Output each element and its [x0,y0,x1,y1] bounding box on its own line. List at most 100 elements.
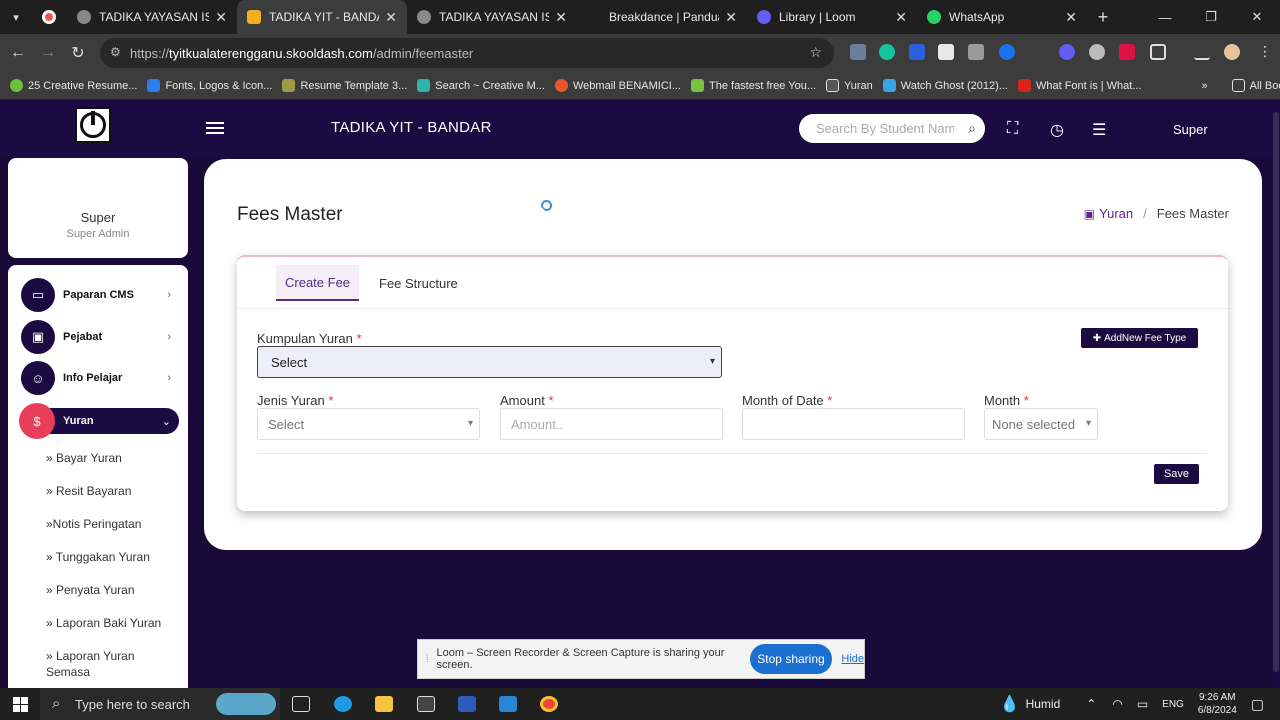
user-menu[interactable]: Super [1149,114,1249,144]
bookmark-star-icon[interactable]: ☆ [809,44,822,61]
battery-icon[interactable]: ▭ [1137,697,1148,711]
tab-search-button[interactable]: ▾ [0,0,32,34]
submenu-resit-bayaran[interactable]: » Resit Bayaran [46,483,176,499]
sidebar-item-info-pelajar[interactable]: ☺ Info Pelajar › [21,361,179,395]
profile-avatar-icon[interactable] [1224,44,1240,60]
close-icon[interactable]: ✕ [215,9,227,26]
mail-icon[interactable] [499,696,517,712]
bookmark-item[interactable]: Yuran [826,79,873,92]
close-icon[interactable]: ✕ [555,9,567,26]
settings-list-icon[interactable]: ☰ [1092,120,1106,140]
jenis-yuran-select[interactable]: Select ▾ [257,408,480,440]
start-button[interactable] [0,688,40,720]
browser-tab-5[interactable]: Library | Loom ✕ [747,0,917,34]
site-info-icon[interactable]: ⚙ [110,45,121,59]
breadcrumb-yuran[interactable]: ▣ Yuran [1084,206,1133,221]
browser-tab-6[interactable]: WhatsApp ✕ [917,0,1087,34]
word-icon[interactable] [458,696,476,712]
puzzle-icon[interactable] [1150,44,1166,60]
close-icon[interactable]: ✕ [895,9,907,26]
bookmark-item[interactable]: What Font is | What... [1017,79,1142,92]
fullscreen-icon[interactable]: ⛶ [1007,120,1018,138]
app-header: TADIKA YIT - BANDAR ⌕ ⛶ ◷ ☰ Super [0,100,1280,158]
more-menu-icon[interactable]: ⋮ [1258,43,1272,60]
submenu-notis-peringatan[interactable]: »Notis Peringatan [46,516,176,532]
search-icon[interactable]: ⌕ [968,120,976,137]
close-icon[interactable]: ✕ [1065,9,1077,26]
back-icon[interactable]: ← [3,44,33,62]
weather-label[interactable]: Humid [1026,697,1061,711]
sidebar-item-paparan-cms[interactable]: ▭ Paparan CMS › [21,278,179,312]
loom-extension-icon[interactable] [1059,44,1075,60]
month-of-date-input[interactable] [742,408,965,440]
bookmark-item[interactable]: Search ~ Creative M... [417,79,545,92]
submenu-penyata-yuran[interactable]: » Penyata Yuran [46,582,176,598]
taskbar-search[interactable]: ⌕ Type here to search [40,688,280,720]
scrollbar-thumb[interactable] [1273,112,1279,672]
tab-create-fee[interactable]: Create Fee [276,265,360,301]
extension-icon[interactable] [999,44,1015,60]
browser-tab-4[interactable]: Breakdance | Panduan Gu ✕ [577,0,747,34]
save-button[interactable]: Save [1154,464,1199,484]
notification-icon[interactable]: ▢ [1251,696,1264,713]
submenu-laporan-yuran-semasa[interactable]: » Laporan Yuran Semasa [46,648,176,680]
sidebar-item-pejabat[interactable]: ▣ Pejabat › [21,320,179,354]
extension-icon[interactable] [1029,44,1045,60]
restore-icon[interactable]: ❐ [1188,0,1234,34]
browser-tab-2[interactable]: TADIKA YIT - BANDAR ✕ [237,0,407,34]
bookmark-item[interactable]: Watch Ghost (2012)... [882,79,1008,92]
hide-link[interactable]: Hide [841,653,864,665]
taskbar-clock[interactable]: 9:26 AM 6/8/2024 [1198,691,1237,717]
extension-icon[interactable] [1089,44,1105,60]
close-icon[interactable]: ✕ [385,9,397,26]
extension-icon[interactable] [850,44,866,60]
bookmark-item[interactable]: Webmail BENAMICI... [555,79,681,92]
close-icon[interactable]: ✕ [725,9,737,26]
tab-recording[interactable] [32,0,67,34]
school-logo[interactable] [75,107,111,143]
student-search[interactable]: ⌕ [799,114,985,143]
file-explorer-icon[interactable] [375,696,393,712]
url-input[interactable]: https://tyitkualaterengganu.skooldash.co… [100,38,834,68]
chevron-up-icon[interactable]: ⌃ [1086,697,1096,711]
camera-icon[interactable] [968,44,984,60]
store-icon[interactable] [417,696,435,712]
forward-icon[interactable]: → [33,44,63,62]
download-icon[interactable] [1194,44,1210,60]
drag-handle-icon[interactable]: ⦙ [426,653,428,666]
grammarly-icon[interactable] [879,44,895,60]
submenu-laporan-baki-yuran[interactable]: » Laporan Baki Yuran [46,615,176,631]
task-view-icon[interactable] [292,696,310,712]
language-indicator[interactable]: ENG [1162,699,1184,710]
tab-fee-structure[interactable]: Fee Structure [370,265,467,301]
bookmark-item[interactable]: Fonts, Logos & Icon... [147,79,272,92]
sidebar-item-yuran[interactable]: $ Yuran ⌄ [19,403,179,439]
extension-icon[interactable] [1119,44,1135,60]
stop-sharing-button[interactable]: Stop sharing [749,644,833,674]
close-window-icon[interactable]: ✕ [1234,0,1280,34]
edge-icon[interactable] [334,696,352,712]
new-tab-button[interactable]: + [1087,0,1119,34]
all-bookmarks[interactable]: All Bookmarks [1231,79,1280,92]
reload-icon[interactable]: ↻ [63,43,93,63]
more-bookmarks-icon[interactable]: » [1202,80,1208,92]
clock-icon[interactable]: ◷ [1050,120,1064,140]
minimize-icon[interactable]: — [1142,0,1188,34]
chrome-icon[interactable] [540,696,558,712]
student-search-input[interactable] [816,121,954,136]
extension-icon[interactable] [938,44,954,60]
browser-tab-3[interactable]: TADIKA YAYASAN ISLAM ✕ [407,0,577,34]
menu-toggle-icon[interactable] [206,122,224,136]
browser-tab-1[interactable]: TADIKA YAYASAN ISLAM ✕ [67,0,237,34]
bookmark-item[interactable]: Resume Template 3... [282,79,407,92]
submenu-tunggakan-yuran[interactable]: » Tunggakan Yuran [46,549,176,565]
bookmark-item[interactable]: The fastest free You... [691,79,816,92]
amount-input[interactable]: Amount.. [500,408,723,440]
kumpulan-yuran-select[interactable]: Select ▾ [257,346,722,378]
bookmark-item[interactable]: 25 Creative Resume... [10,79,137,92]
add-new-fee-type-button[interactable]: ✚ AddNew Fee Type [1081,328,1198,348]
submenu-bayar-yuran[interactable]: » Bayar Yuran [46,450,176,466]
extension-icon[interactable] [909,44,925,60]
month-multiselect[interactable]: None selected ▾ [984,408,1098,440]
wifi-icon[interactable]: ◠ [1112,697,1122,711]
